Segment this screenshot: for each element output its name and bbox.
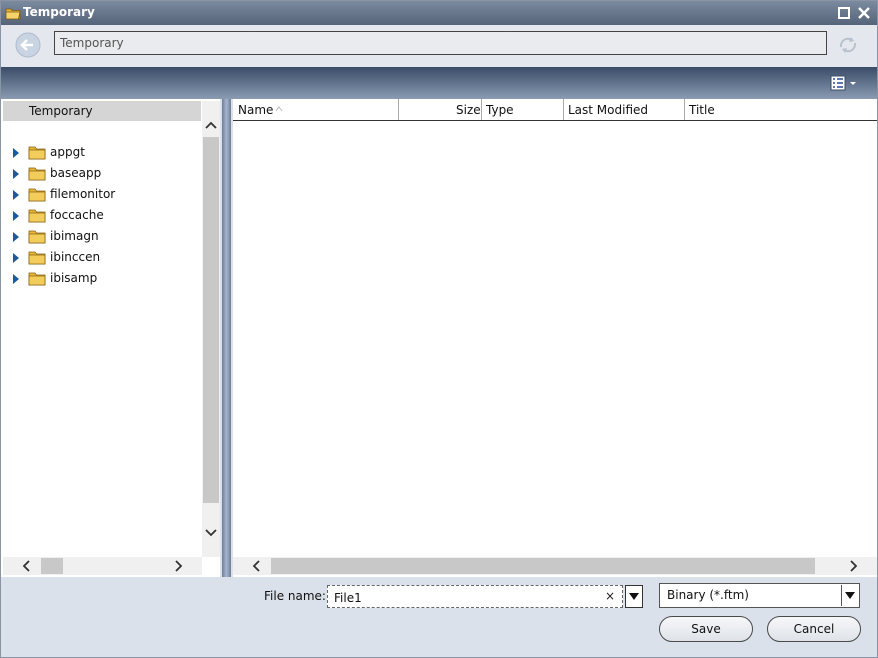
column-title[interactable]: Title (689, 103, 715, 117)
chevron-left-icon[interactable] (21, 560, 33, 572)
save-dialog: Temporary Temporary Temporary appgt basea… (0, 0, 878, 658)
tree-item[interactable]: ibinccen (11, 248, 201, 268)
chevron-up-icon[interactable] (204, 119, 218, 131)
file-name-input[interactable]: File1 (327, 585, 623, 608)
expand-arrow-icon[interactable] (11, 252, 21, 264)
tree-item[interactable]: ibisamp (11, 269, 201, 289)
folder-open-icon (5, 8, 21, 20)
path-field[interactable]: Temporary (54, 31, 827, 55)
chevron-down-icon[interactable] (204, 527, 218, 539)
folder-icon (28, 230, 46, 244)
file-list: Name Size Type Last Modified Title (233, 99, 877, 577)
tree-item[interactable]: foccache (11, 206, 201, 226)
file-type-value: Binary (*.ftm) (667, 588, 749, 602)
triangle-down-icon (845, 592, 855, 599)
address-bar: Temporary (1, 25, 877, 67)
tree-item-label: ibinccen (50, 250, 101, 264)
tree-item[interactable]: appgt (11, 143, 201, 163)
tree-vertical-scrollbar[interactable] (202, 101, 220, 557)
tree-item-label: ibimagn (50, 229, 99, 243)
chevron-right-icon[interactable] (847, 560, 859, 572)
file-horizontal-scrollbar[interactable] (233, 557, 877, 575)
triangle-down-icon (629, 593, 639, 600)
column-last-modified[interactable]: Last Modified (568, 103, 648, 117)
toolbar (1, 67, 877, 99)
folder-icon (28, 272, 46, 286)
folder-tree: Temporary appgt baseapp filemonitor foccach… (1, 99, 220, 577)
tree-item[interactable]: filemonitor (11, 185, 201, 205)
tree-item-label: baseapp (50, 166, 102, 180)
cancel-button[interactable]: Cancel (767, 616, 861, 642)
window-title: Temporary (23, 5, 95, 19)
tree-item-label: filemonitor (50, 187, 116, 201)
maximize-icon[interactable] (837, 6, 851, 20)
tree-root[interactable]: Temporary (3, 101, 201, 121)
chevron-right-icon[interactable] (172, 560, 184, 572)
expand-arrow-icon[interactable] (11, 147, 21, 159)
column-type[interactable]: Type (486, 103, 514, 117)
folder-icon (28, 209, 46, 223)
chevron-left-icon[interactable] (251, 560, 263, 572)
tree-horizontal-thumb[interactable] (41, 558, 63, 574)
file-type-select[interactable]: Binary (*.ftm) (659, 583, 860, 608)
file-horizontal-thumb[interactable] (271, 558, 815, 574)
refresh-icon[interactable] (835, 33, 861, 57)
expand-arrow-icon[interactable] (11, 210, 21, 222)
file-type-dropdown-button[interactable] (841, 585, 859, 606)
clear-icon[interactable]: × (605, 589, 615, 603)
column-separator[interactable] (398, 99, 399, 120)
column-size[interactable]: Size (456, 103, 481, 117)
column-name[interactable]: Name (238, 103, 273, 117)
file-name-dropdown-button[interactable] (625, 585, 643, 608)
title-bar: Temporary (1, 1, 877, 25)
column-separator[interactable] (563, 99, 564, 120)
pane-splitter[interactable] (222, 99, 231, 577)
sort-ascending-icon (275, 106, 283, 112)
expand-arrow-icon[interactable] (11, 273, 21, 285)
column-separator[interactable] (684, 99, 685, 120)
file-list-header: Name Size Type Last Modified Title (233, 99, 877, 121)
back-arrow-icon[interactable] (13, 30, 43, 60)
tree-item-label: ibisamp (50, 271, 98, 285)
save-button[interactable]: Save (659, 616, 753, 642)
bottom-bar: File name: File1 × Binary (*.ftm) Save C… (1, 577, 877, 657)
folder-icon (28, 167, 46, 181)
view-mode-icon[interactable] (829, 74, 861, 92)
folder-icon (28, 251, 46, 265)
folder-icon (28, 146, 46, 160)
tree-item-label: foccache (50, 208, 104, 222)
expand-arrow-icon[interactable] (11, 189, 21, 201)
column-separator[interactable] (481, 99, 482, 120)
tree-horizontal-scrollbar[interactable] (3, 557, 202, 575)
tree-item[interactable]: ibimagn (11, 227, 201, 247)
tree-item[interactable]: baseapp (11, 164, 201, 184)
tree-item-label: appgt (50, 145, 85, 159)
tree-vertical-thumb[interactable] (203, 137, 219, 503)
close-icon[interactable] (857, 6, 871, 20)
folder-icon (28, 188, 46, 202)
file-name-label: File name: (264, 589, 326, 603)
expand-arrow-icon[interactable] (11, 231, 21, 243)
expand-arrow-icon[interactable] (11, 168, 21, 180)
